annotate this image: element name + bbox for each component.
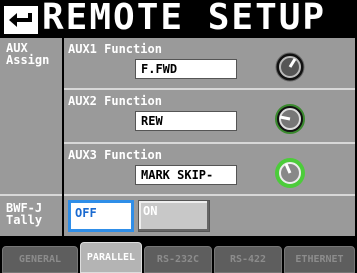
remote-setup-screen: REMOTE SETUP AUX Assign BWF-J Tally AUX1…: [0, 0, 357, 273]
aux3-value-field[interactable]: MARK SKIP-: [135, 165, 237, 185]
aux2-label: AUX2 Function: [68, 94, 162, 108]
tab-general[interactable]: GENERAL: [2, 246, 78, 273]
tab-rs-232c[interactable]: RS-232C: [144, 246, 212, 273]
aux1-label: AUX1 Function: [68, 42, 162, 56]
aux2-value-field[interactable]: REW: [135, 111, 237, 131]
aux3-knob-icon[interactable]: [274, 157, 306, 189]
aux1-row: AUX1 Function F.FWD: [64, 38, 355, 88]
aux1-value-field[interactable]: F.FWD: [135, 59, 237, 79]
tab-bar: GENERAL PARALLEL RS-232C RS-422 ETHERNET: [0, 238, 357, 273]
aux3-label: AUX3 Function: [68, 148, 162, 162]
divider: [0, 194, 62, 196]
aux-assign-label: AUX Assign: [6, 41, 50, 67]
aux2-row: AUX2 Function REW: [64, 90, 355, 142]
bwf-j-tally-row: OFF ON: [64, 196, 355, 236]
tally-on-button[interactable]: ON: [138, 200, 210, 232]
tab-ethernet[interactable]: ETHERNET: [284, 246, 355, 273]
tally-off-button[interactable]: OFF: [68, 200, 134, 232]
aux2-knob-icon[interactable]: [274, 103, 306, 135]
aux3-row: AUX3 Function MARK SKIP-: [64, 144, 355, 194]
tab-rs-422[interactable]: RS-422: [214, 246, 282, 273]
tab-parallel[interactable]: PARALLEL: [80, 242, 142, 273]
title-bar: REMOTE SETUP: [0, 0, 357, 38]
bwf-j-tally-label: BWF-J Tally: [6, 201, 43, 227]
aux1-knob-icon[interactable]: [274, 51, 306, 83]
page-title: REMOTE SETUP: [42, 0, 327, 38]
left-label-column: AUX Assign BWF-J Tally: [0, 38, 62, 236]
back-arrow-icon[interactable]: [3, 4, 39, 36]
